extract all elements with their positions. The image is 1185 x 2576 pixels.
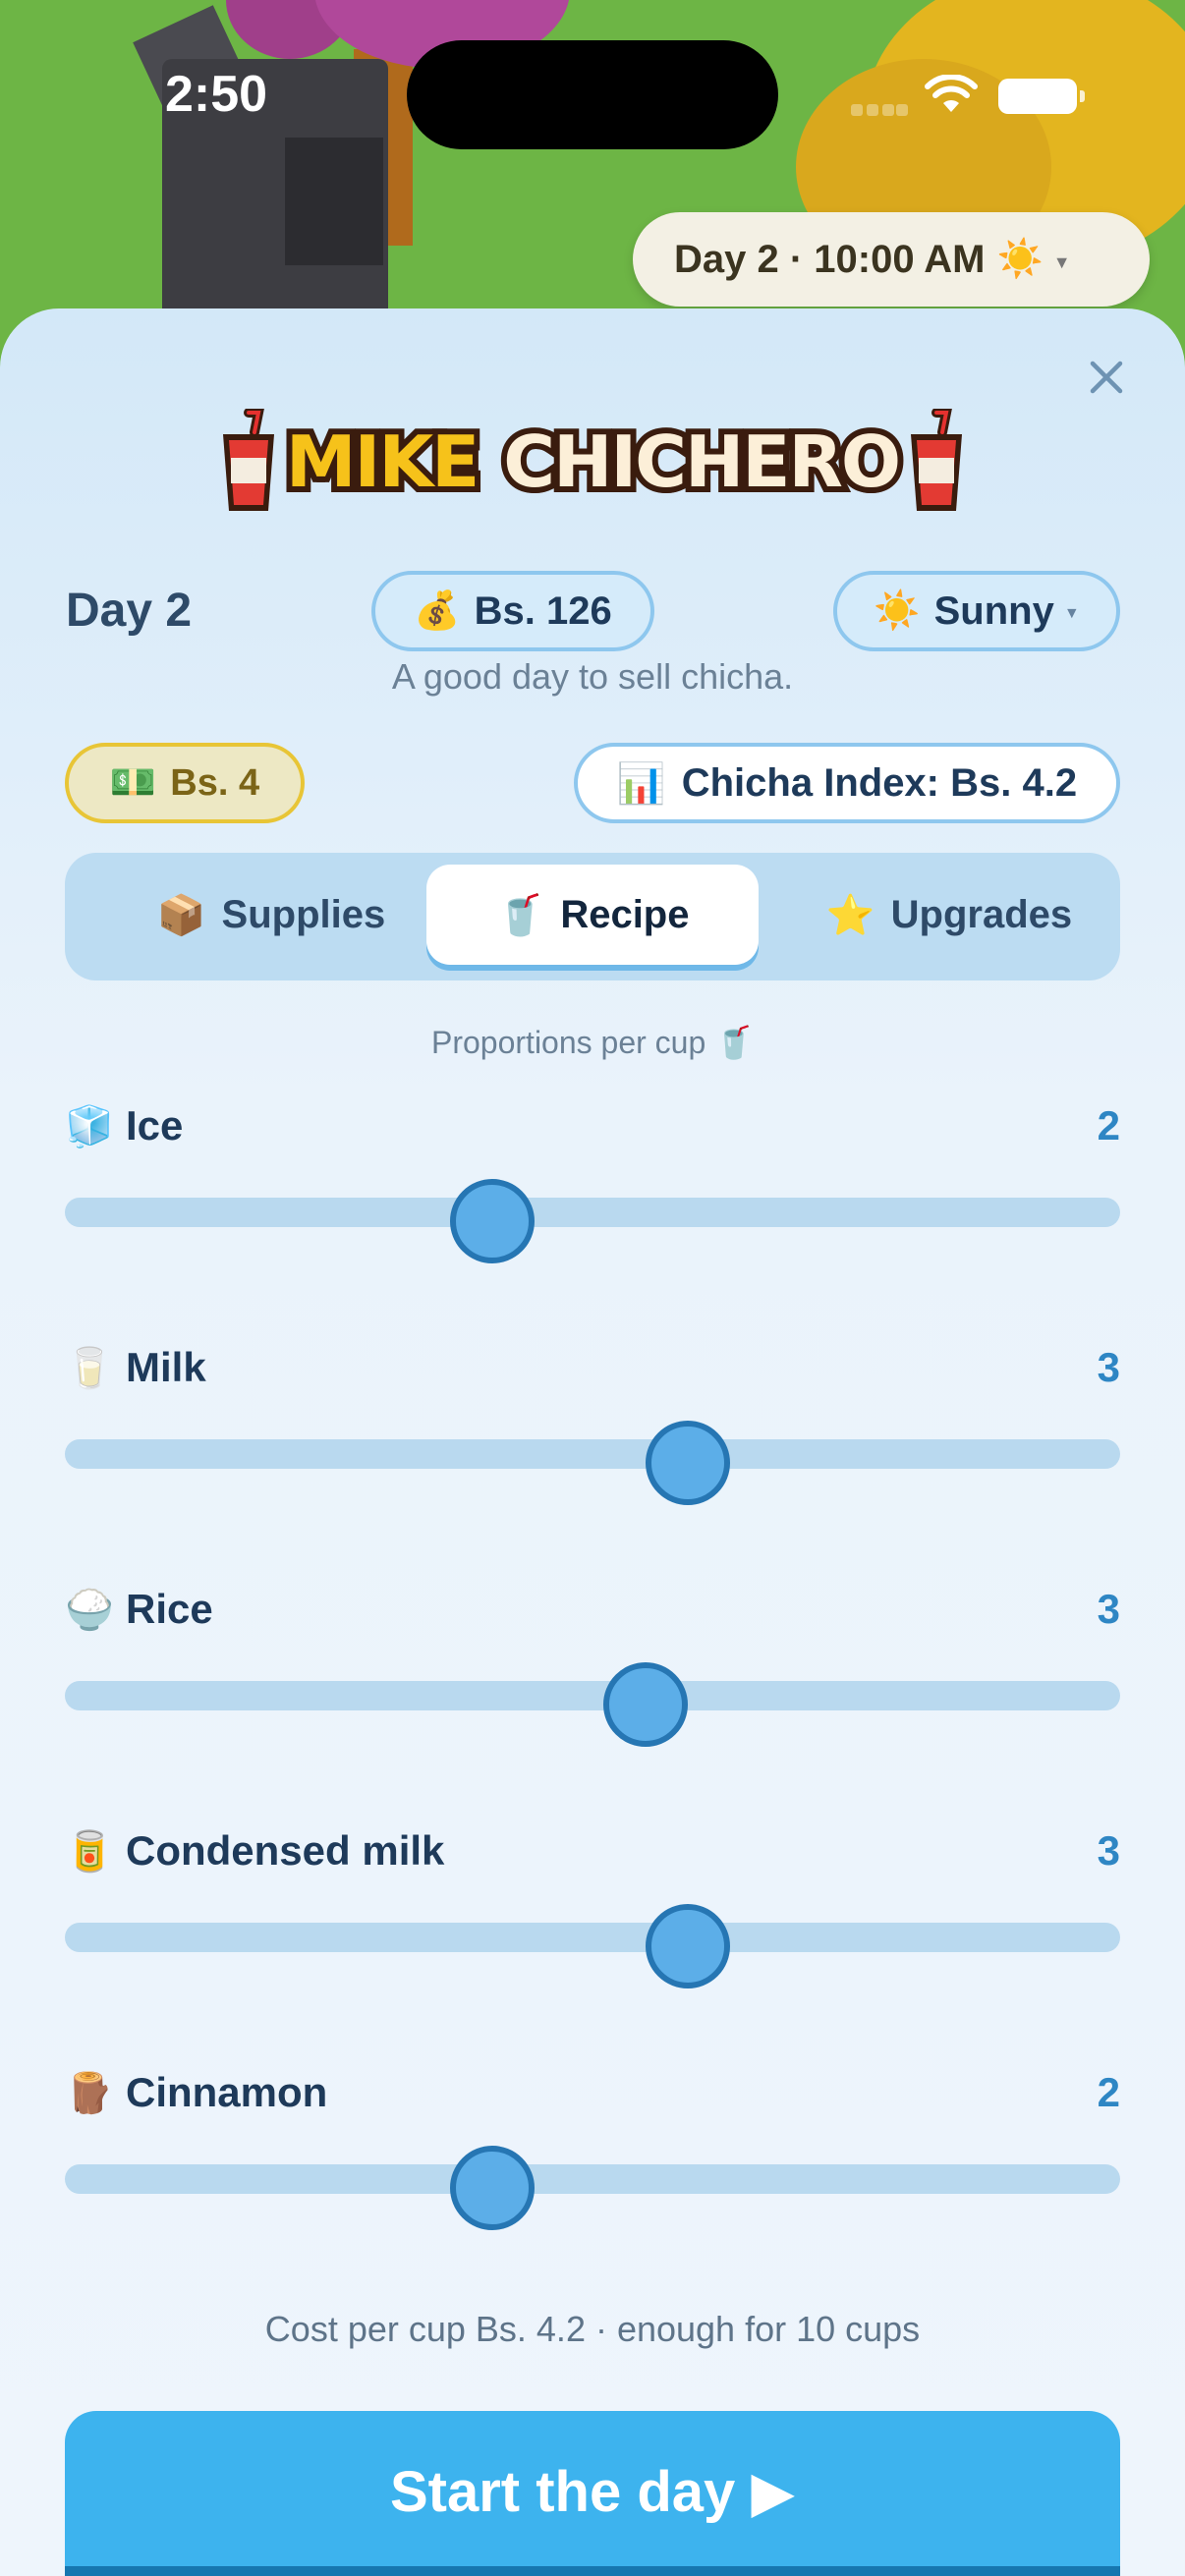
slider-track[interactable] <box>65 1198 1120 1227</box>
tab-upgrades-label: Upgrades <box>890 892 1073 936</box>
ingredient-value: 3 <box>1097 1586 1120 1632</box>
ingredient-label: Cinnamon <box>126 2069 328 2115</box>
slider-cinnamon: 🪵 Cinnamon 2 <box>65 2069 1120 2266</box>
recipe-subtitle: Proportions per cup 🥤 <box>431 1025 754 1060</box>
slider-track[interactable] <box>65 1923 1120 1952</box>
sun-icon: ☀️ <box>996 239 1044 280</box>
ingredient-value: 3 <box>1097 1827 1120 1874</box>
ice-icon: 🧊 <box>65 1104 114 1148</box>
game-logo: MIKE CHICHERO <box>0 409 1185 515</box>
slider-track[interactable] <box>65 1439 1120 1469</box>
slider-thumb[interactable] <box>645 1421 730 1505</box>
ingredient-label: Condensed milk <box>126 1827 445 1874</box>
battery-icon <box>998 79 1085 114</box>
money-balance: Bs. 126 <box>474 588 612 633</box>
sun-icon: ☀️ <box>874 590 921 632</box>
slider-track[interactable] <box>65 2164 1120 2194</box>
tab-supplies-label: Supplies <box>221 892 386 936</box>
cash-pill: 💵 Bs. 4 <box>65 743 305 823</box>
package-icon: 📦 <box>156 893 206 937</box>
ingredient-label: Ice <box>126 1102 184 1148</box>
tab-bar: 📦 Supplies 🥤 Recipe ⭐ Upgrades <box>65 853 1120 980</box>
star-icon: ⭐ <box>825 893 875 937</box>
ingredient-label: Rice <box>126 1586 213 1632</box>
ingredient-value: 3 <box>1097 1344 1120 1390</box>
bar-chart-icon: 📊 <box>616 761 666 806</box>
cash-value: Bs. 4 <box>170 761 260 804</box>
slider-rice: 🍚 Rice 3 <box>65 1586 1120 1782</box>
slider-condensed-milk: 🥫 Condensed milk 3 <box>65 1827 1120 2024</box>
ingredient-value: 2 <box>1097 2069 1120 2115</box>
money-bag-icon: 💰 <box>414 590 461 632</box>
tab-supplies[interactable]: 📦 Supplies <box>114 865 428 965</box>
cinnamon-icon: 🪵 <box>65 2071 114 2115</box>
chicha-cup-icon <box>911 409 963 511</box>
chevron-down-icon: ▼ <box>1052 252 1071 272</box>
ingredient-value: 2 <box>1097 1102 1120 1148</box>
chicha-cup-icon <box>222 409 274 511</box>
cup-icon: 🥤 <box>495 893 545 937</box>
signal-icon <box>851 102 908 116</box>
dynamic-island <box>407 40 778 149</box>
slider-thumb[interactable] <box>449 2146 535 2230</box>
logo-word-chichero: CHICHERO <box>497 415 907 509</box>
weather-label: Sunny <box>933 588 1054 633</box>
cost-summary: Cost per cup Bs. 4.2 · enough for 10 cup… <box>264 2309 921 2349</box>
tab-recipe[interactable]: 🥤 Recipe <box>426 865 759 965</box>
status-time: 2:50 <box>165 66 268 123</box>
ingredient-label: Milk <box>126 1344 206 1390</box>
day-time-label: Day 2 · 10:00 AM <box>674 237 986 281</box>
tab-recipe-label: Recipe <box>560 892 690 936</box>
logo-word-mike: MIKE <box>280 415 485 509</box>
slider-thumb[interactable] <box>449 1179 535 1263</box>
banknote-icon: 💵 <box>109 762 157 804</box>
weather-pill[interactable]: ☀️ Sunny ▼ <box>833 571 1120 651</box>
milk-icon: 🥛 <box>65 1346 114 1390</box>
chicha-index-pill: 📊 Chicha Index: Bs. 4.2 <box>574 743 1120 823</box>
chicha-index-label: Chicha Index: Bs. 4.2 <box>681 760 1078 805</box>
tab-upgrades[interactable]: ⭐ Upgrades <box>802 865 1097 965</box>
slider-track[interactable] <box>65 1681 1120 1710</box>
money-balance-pill: 💰 Bs. 126 <box>371 571 654 651</box>
slider-thumb[interactable] <box>645 1904 730 1988</box>
close-icon[interactable] <box>1083 354 1130 401</box>
day-time-pill[interactable]: Day 2 · 10:00 AM ☀️ ▼ <box>633 212 1150 307</box>
wifi-icon <box>925 75 978 112</box>
slider-ice: 🧊 Ice 2 <box>65 1102 1120 1299</box>
weather-tagline: A good day to sell chicha. <box>391 656 794 697</box>
slider-thumb[interactable] <box>602 1662 688 1747</box>
slider-milk: 🥛 Milk 3 <box>65 1344 1120 1540</box>
rice-icon: 🍚 <box>65 1588 114 1632</box>
start-day-button[interactable]: Start the day ▶ <box>65 2411 1120 2576</box>
can-icon: 🥫 <box>65 1829 114 1874</box>
day-label: Day 2 <box>66 585 193 637</box>
chevron-down-icon: ▼ <box>1063 605 1080 622</box>
